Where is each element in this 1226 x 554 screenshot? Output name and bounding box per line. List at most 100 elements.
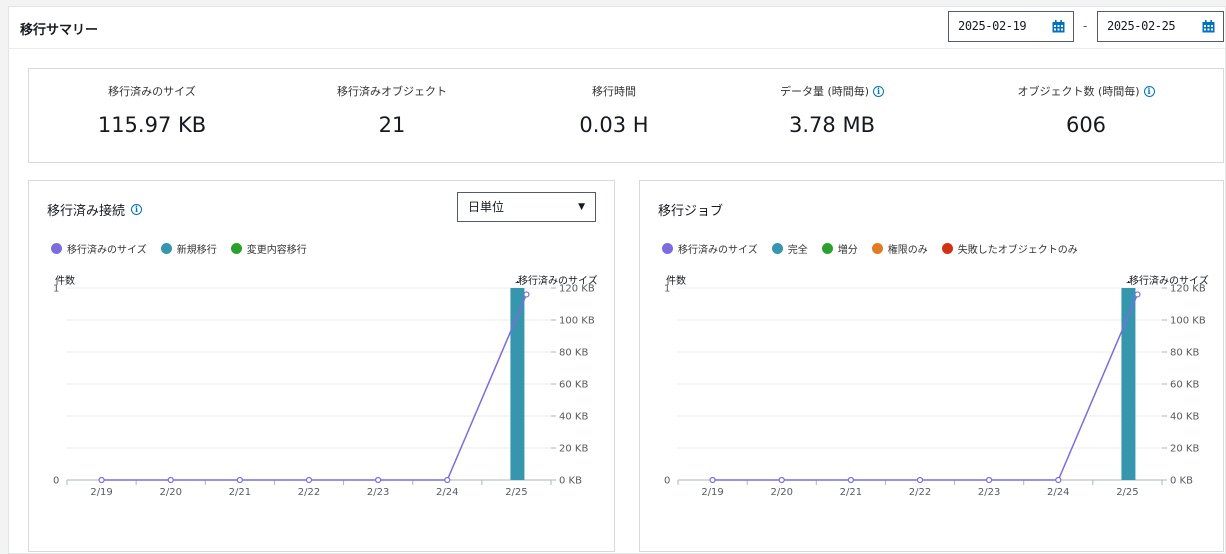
metric-label: データ量 (時間毎) <box>779 85 870 98</box>
legend-label: 移行済みのサイズ <box>678 245 758 256</box>
series-line <box>712 294 1139 481</box>
line-point <box>778 476 785 484</box>
line-point <box>709 476 716 484</box>
right-tick-label: 80 KB <box>559 348 588 359</box>
x-tick-label: 2/24 <box>1047 487 1069 498</box>
left-tick-label: 1 <box>53 284 59 295</box>
x-tick-label: 2/22 <box>909 487 931 498</box>
right-tick-label: 100 KB <box>1170 316 1206 327</box>
right-tick-label: 60 KB <box>1170 380 1199 391</box>
info-icon[interactable]: i <box>1143 85 1155 97</box>
right-tick-label: 0 KB <box>559 476 582 487</box>
summary-metrics: 移行済みのサイズ 115.97 KB 移行済みオブジェクト 21 移行時間 0.… <box>28 68 1224 163</box>
line-point <box>1055 476 1062 484</box>
line-point <box>98 476 105 484</box>
legend-label: 権限のみ <box>887 245 928 256</box>
x-tick-label: 2/25 <box>1116 487 1138 498</box>
legend-item[interactable]: 権限のみ <box>871 241 928 256</box>
chart-legend: 移行済みのサイズ 新規移行 変更内容移行 <box>51 241 307 256</box>
metric-label: 移行済みのサイズ <box>108 85 196 98</box>
chart-legend: 移行済みのサイズ 完全 増分 権限のみ 失敗したオブジェクトのみ <box>662 241 1078 256</box>
x-tick-label: 2/22 <box>298 487 320 498</box>
metric-label: オブジェクト数 (時間毎) <box>1017 85 1140 98</box>
line-point <box>444 476 451 484</box>
metric-value: 3.78 MB <box>789 113 875 137</box>
legend-dot <box>51 243 62 254</box>
left-tick-label: 0 <box>664 476 670 487</box>
migration-jobs-card: 移行ジョブ 移行済みのサイズ 完全 増分 権限のみ 失敗したオブジェクトのみ 件… <box>639 180 1224 552</box>
card-title-text: 移行ジョブ <box>658 204 724 219</box>
date-to-input[interactable]: 2025-02-25 <box>1097 11 1224 42</box>
x-tick-label: 2/20 <box>770 487 792 498</box>
line-point <box>986 476 993 484</box>
caret-down-icon: ▼ <box>578 202 585 212</box>
card-title: 移行ジョブ <box>658 200 723 219</box>
bar-data-label: 1 <box>514 281 520 286</box>
line-point <box>916 476 924 484</box>
right-tick-label: 40 KB <box>1170 412 1199 423</box>
right-tick-label: 20 KB <box>1170 444 1199 455</box>
right-tick-label: 20 KB <box>559 444 588 455</box>
metric-label: 移行済みオブジェクト <box>337 85 447 98</box>
metric-value: 21 <box>378 113 406 137</box>
line-point <box>523 291 530 298</box>
legend-dot <box>230 243 242 254</box>
legend-dot <box>821 243 833 254</box>
calendar-icon[interactable] <box>1052 20 1065 33</box>
page-title: 移行サマリー <box>20 23 99 38</box>
metric-value: 0.03 H <box>579 113 649 137</box>
legend-item[interactable]: 増分 <box>821 241 858 256</box>
x-tick-label: 2/23 <box>367 487 389 498</box>
line-point <box>167 476 174 484</box>
legend-label: 失敗したオブジェクトのみ <box>957 245 1078 256</box>
x-tick-label: 2/21 <box>229 487 251 498</box>
date-from-input[interactable]: 2025-02-19 <box>948 11 1074 42</box>
x-tick-label: 2/24 <box>436 487 458 498</box>
legend-dot <box>941 243 953 254</box>
left-tick-label: 1 <box>664 284 670 295</box>
bar-data-label: 1 <box>1125 281 1131 286</box>
legend-dot <box>160 243 172 254</box>
line-point <box>375 476 382 484</box>
metric-value: 115.97 KB <box>97 113 207 137</box>
x-tick-label: 2/19 <box>701 487 723 498</box>
legend-dot <box>771 243 783 254</box>
date-separator: - <box>1083 19 1088 33</box>
legend-item[interactable]: 失敗したオブジェクトのみ <box>941 241 1078 256</box>
legend-label: 完全 <box>787 245 808 256</box>
legend-item[interactable]: 移行済みのサイズ <box>51 241 147 256</box>
legend-item[interactable]: 移行済みのサイズ <box>662 241 758 256</box>
right-tick-label: 100 KB <box>559 316 595 327</box>
right-tick-label: 120 KB <box>559 284 595 295</box>
legend-item[interactable]: 変更内容移行 <box>230 241 307 256</box>
card-title: 移行済み接続 i <box>47 200 143 219</box>
metric-value: 606 <box>1065 113 1107 137</box>
x-tick-label: 2/23 <box>978 487 1000 498</box>
migrated-connections-card: 移行済み接続 i 日単位 ▼ 移行済みのサイズ 新規移行 変更内容移行 件数 移… <box>28 180 615 552</box>
legend-item[interactable]: 新規移行 <box>160 241 217 256</box>
line-point <box>305 476 313 484</box>
x-tick-label: 2/20 <box>159 487 181 498</box>
migration-jobs-chart: 0 KB 20 KB 40 KB 60 KB 80 KB 100 KB 120 KB 0 1 2/… <box>664 281 1206 498</box>
date-to-value: 2025-02-25 <box>1107 19 1176 33</box>
x-tick-label: 2/25 <box>505 487 527 498</box>
granularity-select-value: 日単位 <box>468 200 505 214</box>
granularity-select[interactable]: 日単位 ▼ <box>457 192 596 222</box>
left-tick-label: 0 <box>53 476 59 487</box>
x-tick-label: 2/21 <box>840 487 862 498</box>
right-tick-label: 80 KB <box>1170 348 1199 359</box>
calendar-icon[interactable] <box>1202 20 1215 33</box>
line-point <box>847 476 854 484</box>
series-line <box>101 294 528 481</box>
info-icon[interactable]: i <box>873 85 885 97</box>
legend-dot <box>662 243 673 254</box>
legend-item[interactable]: 完全 <box>771 241 808 256</box>
legend-dot <box>871 243 883 254</box>
legend-label: 増分 <box>837 245 858 256</box>
info-icon[interactable]: i <box>131 204 143 215</box>
right-tick-label: 120 KB <box>1170 284 1206 295</box>
right-tick-label: 60 KB <box>559 380 588 391</box>
line-point <box>236 476 243 484</box>
legend-label: 移行済みのサイズ <box>67 245 147 256</box>
legend-label: 変更内容移行 <box>246 245 307 256</box>
